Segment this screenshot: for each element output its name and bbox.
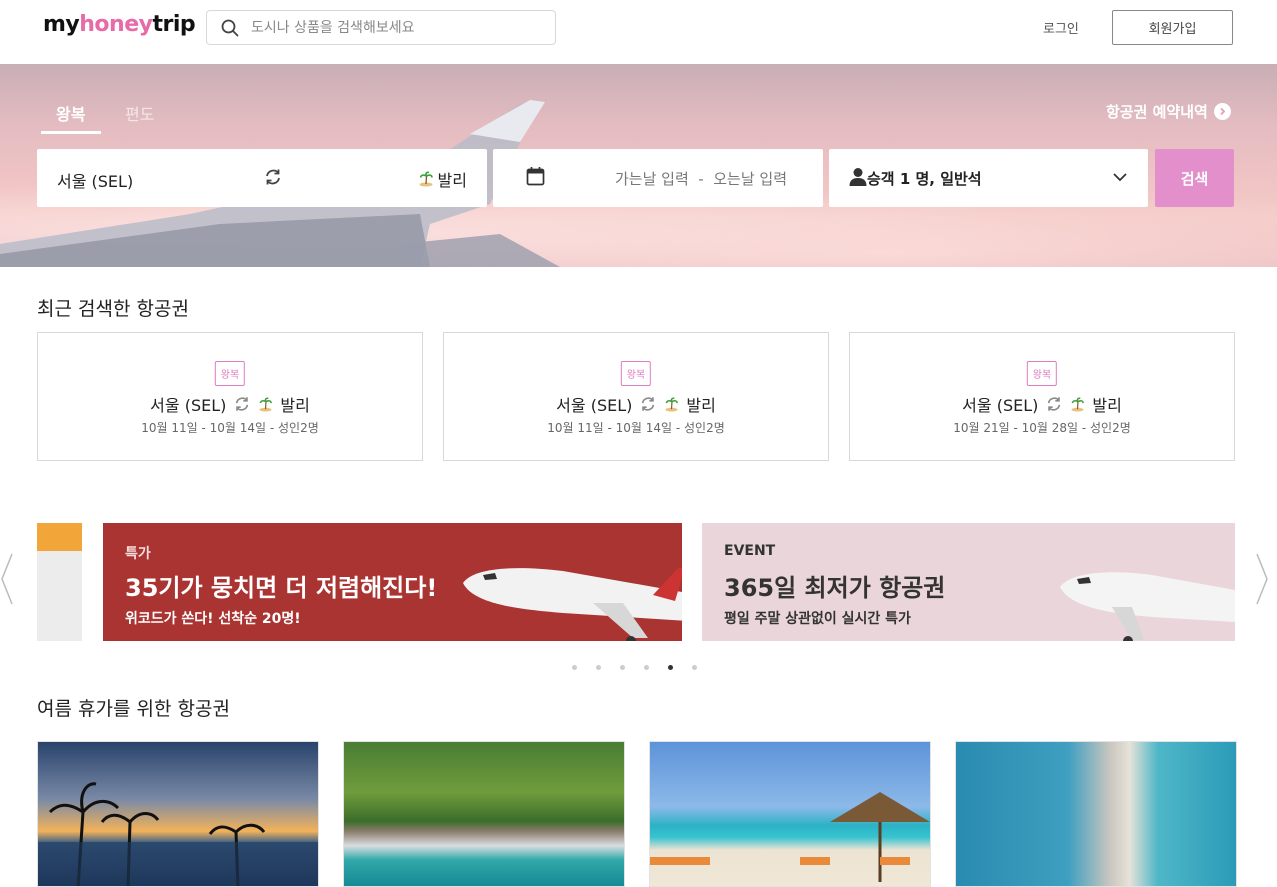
- origin-field[interactable]: 서울 (SEL): [57, 168, 133, 192]
- palm-silhouette-image: [38, 782, 318, 886]
- swap-icon[interactable]: [263, 167, 283, 187]
- booking-history-label: 항공권 예약내역: [1106, 103, 1208, 121]
- destination-field[interactable]: 발리: [418, 167, 467, 191]
- card-destination: 발리: [280, 396, 310, 415]
- palm-island-icon: [1071, 397, 1085, 412]
- swap-icon: [236, 397, 249, 411]
- trip-type-badge: 왕복: [1026, 361, 1058, 386]
- card-route: 서울 (SEL) 발리: [850, 392, 1234, 416]
- carousel-prev-arrow[interactable]: [0, 552, 14, 606]
- card-meta: 10월 11일 - 10월 14일 - 성인2명: [547, 421, 725, 435]
- promo-banner[interactable]: EVENT 365일 최저가 항공권 평일 주말 상관없이 실시간 특가: [702, 523, 1235, 641]
- route-selector[interactable]: 서울 (SEL) 발리: [37, 149, 487, 207]
- banner-subtitle: 위코드가 쏜다! 선착순 20명!: [125, 611, 301, 627]
- login-link[interactable]: 로그인: [1043, 18, 1079, 37]
- card-meta: 10월 21일 - 10월 28일 - 성인2명: [953, 421, 1131, 435]
- calendar-icon: [526, 167, 545, 186]
- recent-searches-title: 최근 검색한 항공권: [37, 298, 189, 320]
- booking-history-link[interactable]: 항공권 예약내역: [1106, 101, 1231, 122]
- destination-label: 발리: [437, 171, 467, 190]
- banner-subtitle: 평일 주말 상관없이 실시간 특가: [724, 611, 911, 627]
- search-input[interactable]: [251, 19, 531, 36]
- card-route: 서울 (SEL) 발리: [444, 392, 828, 416]
- banner-tag: 특가: [125, 546, 151, 562]
- card-route: 서울 (SEL) 발리: [38, 392, 422, 416]
- flight-search-hero: 왕복 편도 항공권 예약내역 서울 (SEL) 발리 가는날 입력 - 오는날 …: [0, 64, 1277, 267]
- palm-island-icon: [259, 397, 273, 412]
- search-bar[interactable]: [206, 10, 556, 45]
- carousel-dot[interactable]: [596, 665, 601, 670]
- signup-button[interactable]: 회원가입: [1112, 10, 1233, 45]
- carousel-dot[interactable]: [644, 665, 649, 670]
- header: myhoneytrip 로그인 회원가입: [0, 0, 1277, 64]
- tab-one-way[interactable]: 편도: [125, 101, 154, 125]
- tab-round-trip[interactable]: 왕복: [56, 101, 85, 125]
- banner-tag: EVENT: [724, 543, 776, 559]
- banner-headline: 35기가 뭉치면 더 저렴해진다!: [125, 574, 438, 602]
- flight-search-button[interactable]: 검색: [1155, 149, 1234, 207]
- trip-type-badge: 왕복: [620, 361, 652, 386]
- airplane-image: [1060, 572, 1235, 641]
- date-range-placeholder: 가는날 입력 - 오는날 입력: [615, 170, 788, 188]
- carousel-dot[interactable]: [620, 665, 625, 670]
- recent-search-card[interactable]: 왕복 서울 (SEL) 발리 10월 11일 - 10월 14일 - 성인2명: [37, 332, 423, 461]
- swap-icon: [642, 397, 655, 411]
- carousel-dots: [572, 665, 697, 670]
- airplane-image: [463, 568, 682, 641]
- recent-search-card[interactable]: 왕복 서울 (SEL) 발리 10월 11일 - 10월 14일 - 성인2명: [443, 332, 829, 461]
- banner-headline: 365일 최저가 항공권: [724, 574, 946, 602]
- passenger-selector[interactable]: 승객 1 명, 일반석: [829, 149, 1148, 207]
- trip-type-badge: 왕복: [214, 361, 246, 386]
- promo-banner[interactable]: 특가 35기가 뭉치면 더 저렴해진다! 위코드가 쏜다! 선착순 20명!: [103, 523, 682, 641]
- logo-suffix: trip: [152, 12, 196, 37]
- previous-banner-peek[interactable]: [37, 523, 82, 641]
- recent-search-card[interactable]: 왕복 서울 (SEL) 발리 10월 21일 - 10월 28일 - 성인2명: [849, 332, 1235, 461]
- card-origin: 서울 (SEL): [962, 396, 1039, 415]
- logo[interactable]: myhoneytrip: [43, 12, 196, 37]
- date-selector[interactable]: 가는날 입력 - 오는날 입력: [493, 149, 823, 207]
- active-tab-indicator: [41, 131, 101, 134]
- card-destination: 발리: [1092, 396, 1122, 415]
- carousel-dot[interactable]: [692, 665, 697, 670]
- person-icon: [849, 168, 867, 186]
- destination-photo-coast-aerial[interactable]: [343, 741, 625, 887]
- card-meta: 10월 11일 - 10월 14일 - 성인2명: [141, 421, 319, 435]
- logo-prefix: my: [43, 12, 80, 37]
- summer-section-title: 여름 휴가를 위한 항공권: [37, 698, 230, 720]
- beach-umbrella-image: [650, 792, 930, 882]
- carousel-next-arrow[interactable]: [1255, 552, 1269, 606]
- chevron-right-circle-icon: [1213, 103, 1231, 120]
- destination-photo-sunset-palms[interactable]: [37, 741, 319, 887]
- swap-icon: [1048, 397, 1061, 411]
- palm-island-icon: [419, 171, 433, 187]
- card-destination: 발리: [686, 396, 716, 415]
- destination-photo-cancun-coast[interactable]: [955, 741, 1237, 887]
- destination-photo-beach-umbrella[interactable]: [649, 741, 931, 887]
- search-icon: [221, 19, 239, 36]
- palm-island-icon: [665, 397, 679, 412]
- chevron-down-icon: [1113, 173, 1127, 182]
- carousel-dot[interactable]: [572, 665, 577, 670]
- card-origin: 서울 (SEL): [556, 396, 633, 415]
- logo-honey: honey: [79, 12, 153, 37]
- card-origin: 서울 (SEL): [150, 396, 227, 415]
- passenger-summary: 승객 1 명, 일반석: [867, 170, 982, 188]
- carousel-dot-active[interactable]: [668, 665, 673, 670]
